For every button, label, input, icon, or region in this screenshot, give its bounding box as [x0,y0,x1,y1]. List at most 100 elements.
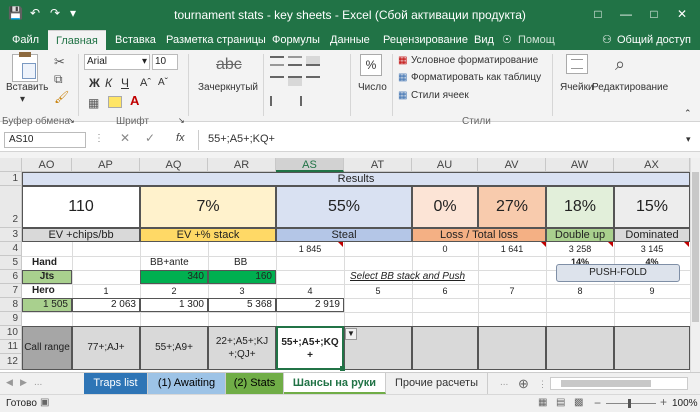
increase-font-icon[interactable]: Aˆ [140,77,151,89]
row-header[interactable]: 8 [0,298,22,312]
ev-stack-label[interactable]: EV +% stack [140,228,276,242]
cell-au4[interactable]: 0 [412,244,478,256]
page-layout-icon[interactable]: ▤ [556,397,565,408]
loss-label[interactable]: Loss / Total loss [412,228,546,242]
bb-value[interactable]: 160 [208,270,276,284]
sheet-tab-awaiting[interactable]: (1) Awaiting [148,373,226,394]
row-header[interactable]: 2 [0,186,22,228]
call-range-cell[interactable] [546,326,614,370]
borders-icon[interactable]: ▦ [88,96,99,110]
more-sheets-icon[interactable]: ... [34,377,42,388]
expand-formula-icon[interactable]: ▾ [686,134,691,145]
cell-as4[interactable]: 1 845 [276,244,344,256]
steal-label[interactable]: Steal [276,228,412,242]
seat-number[interactable]: 6 [412,286,478,298]
ribbon-display-icon[interactable]: □ [588,4,608,24]
font-name-combo[interactable]: Arial ▾ [84,54,150,70]
maximize-icon[interactable]: □ [644,4,664,24]
zoom-slider[interactable] [606,403,656,404]
dropdown-arrow-icon[interactable]: ▼ [345,328,357,340]
copy-icon[interactable]: ⧉ [54,72,63,87]
row-header[interactable]: 3 [0,228,22,242]
normal-view-icon[interactable]: ▦ [538,397,547,408]
column-header[interactable]: AX [614,158,690,172]
tab-insert[interactable]: Вставка [115,30,156,50]
dominated-value[interactable]: 15% [614,186,690,228]
row-header[interactable]: 1 [0,172,22,186]
seat-number[interactable]: 5 [344,286,412,298]
ev-stack-value[interactable]: 7% [140,186,276,228]
ev-chips-label[interactable]: EV +chips/bb [22,228,140,242]
stack-value[interactable]: 2 919 [276,298,344,312]
column-header[interactable]: AP [72,158,140,172]
fill-color-icon[interactable] [108,96,122,108]
worksheet-grid[interactable]: AO AP AQ AR AS AT AU AV AW AX 1 2 3 4 5 … [0,158,690,372]
call-range-value[interactable]: 22+;A5+;KJ+;QJ+ [208,326,276,370]
seat-number[interactable]: 1 [72,286,140,298]
decrease-font-icon[interactable]: Aˇ [158,77,168,88]
more-sheets-icon[interactable]: ... [500,377,508,388]
underline-button[interactable]: Ч [121,76,129,90]
cell-av4[interactable]: 1 641 [478,244,546,256]
cells-icon[interactable] [566,54,588,74]
font-color-icon[interactable]: A [130,93,139,108]
zoom-level[interactable]: 100% [672,398,698,409]
bb-ante-value[interactable]: 340 [140,270,208,284]
column-header[interactable]: AV [478,158,546,172]
align-middle-icon[interactable] [288,56,302,66]
seat-number[interactable]: 8 [546,286,614,298]
row-header[interactable]: 11 [0,340,22,354]
sheet-tab-other-calc[interactable]: Прочие расчеты [386,373,488,394]
select-all-corner[interactable] [0,158,22,172]
dominated-label[interactable]: Dominated [614,228,690,242]
tab-review[interactable]: Рецензирование [383,30,468,50]
horizontal-scrollbar[interactable] [550,377,688,390]
indent-icon[interactable] [270,96,284,106]
enter-icon[interactable]: ✓ [145,131,155,145]
hero-label[interactable]: Hero [32,285,72,297]
call-range-label[interactable]: Call range [22,326,72,370]
font-size-combo[interactable]: 10 [152,54,178,70]
page-break-icon[interactable]: ▩ [574,397,583,408]
bold-button[interactable]: Ж [89,76,100,90]
hand-value[interactable]: Jts [22,270,72,284]
column-header[interactable]: AR [208,158,276,172]
paste-icon[interactable] [12,52,38,82]
stack-value[interactable]: 2 063 [72,298,140,312]
seat-number[interactable]: 3 [208,286,276,298]
row-header[interactable]: 6 [0,270,22,284]
outdent-icon[interactable] [288,96,302,106]
bb-ante-label[interactable]: BB+ante [150,257,208,269]
row-header[interactable]: 7 [0,284,22,298]
tab-formulas[interactable]: Формулы [272,30,320,50]
strikethrough-button[interactable]: Зачеркнутый [198,82,258,93]
call-range-value[interactable]: 55+;A9+ [140,326,208,370]
name-box[interactable]: AS10 [4,132,86,148]
seat-number[interactable]: 2 [140,286,208,298]
number-format-button[interactable]: Число [358,82,387,93]
row-header[interactable]: 10 [0,326,22,340]
next-sheet-icon[interactable]: ▶ [20,377,27,388]
tab-file[interactable]: Файл [12,30,39,50]
column-header[interactable]: AO [22,158,72,172]
share-button[interactable]: Общий доступ [617,30,691,50]
cell-styles-button[interactable]: Стили ячеек [411,90,469,101]
strikethrough-icon[interactable]: abc [216,56,242,74]
conditional-format-button[interactable]: Условное форматирование [411,55,538,66]
tab-home[interactable]: Главная [48,30,106,50]
editing-button[interactable]: Редактирование [592,82,668,93]
minimize-icon[interactable]: — [616,4,636,24]
double-up-label[interactable]: Double up [546,228,614,242]
call-range-cell[interactable] [412,326,478,370]
function-icon[interactable]: fx [176,132,185,144]
hero-stack[interactable]: 1 505 [22,298,72,312]
prev-sheet-icon[interactable]: ◀ [6,377,13,388]
align-bottom-icon[interactable] [306,56,320,66]
close-icon[interactable]: ✕ [672,4,692,24]
chevron-down-icon[interactable]: ▾ [20,94,25,105]
column-header[interactable]: AQ [140,158,208,172]
vertical-scrollbar[interactable] [690,158,700,372]
tab-page-layout[interactable]: Разметка страницы [166,30,266,50]
hand-label[interactable]: Hand [32,257,72,269]
row-header[interactable]: 9 [0,312,22,326]
